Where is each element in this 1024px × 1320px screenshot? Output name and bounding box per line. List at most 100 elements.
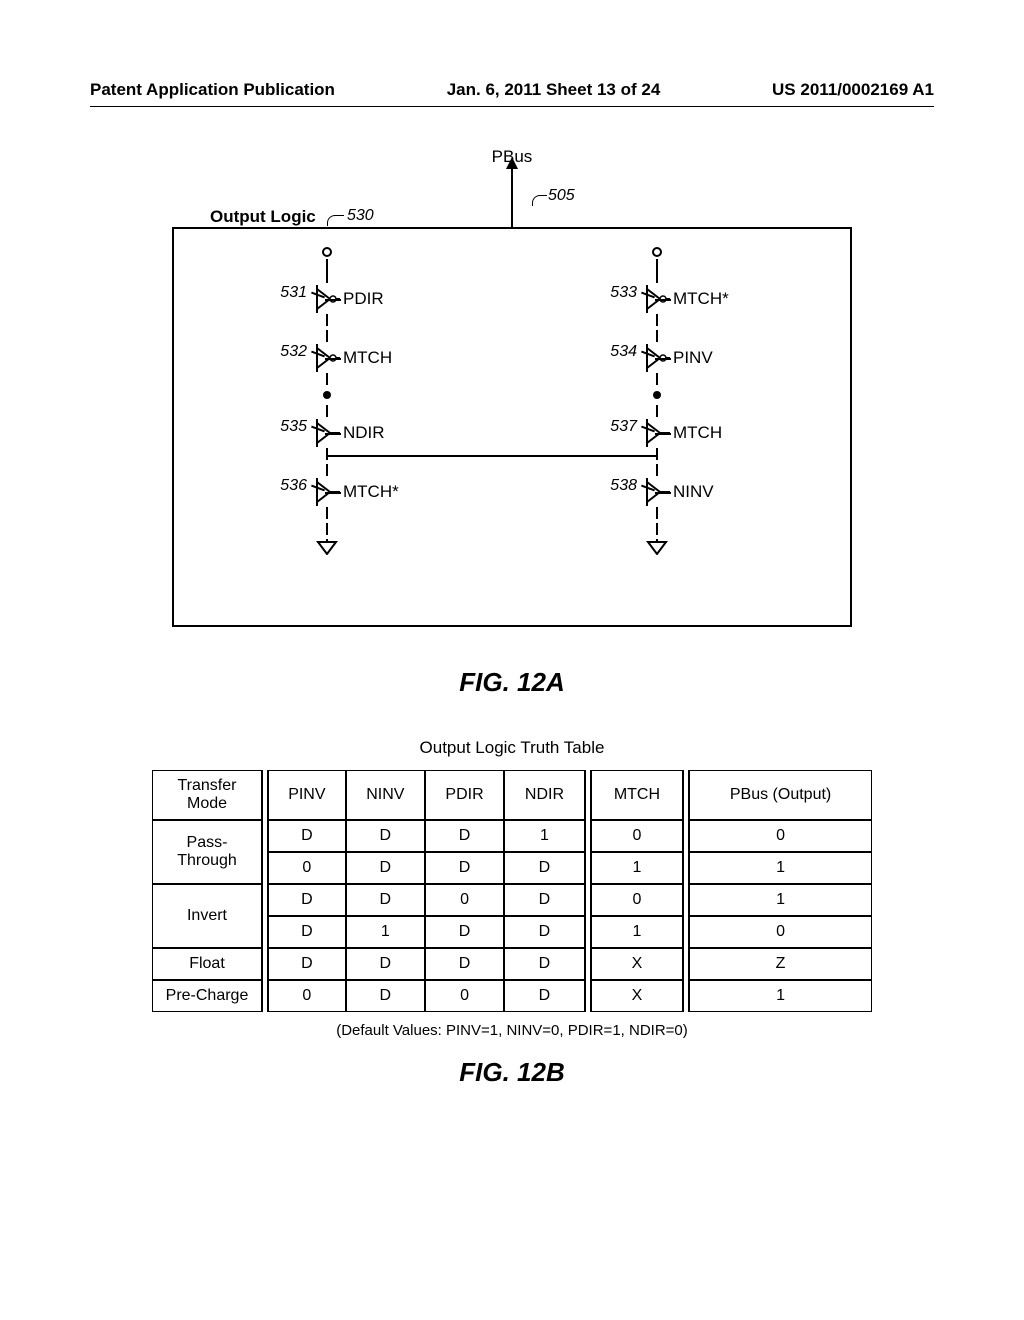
wire (326, 259, 328, 271)
value-cell: D (346, 948, 425, 980)
ref-label: 532 (280, 343, 307, 361)
signal-label: PINV (673, 348, 713, 368)
transistor-532: 532 MTCH (242, 330, 412, 385)
ref-label: 535 (280, 418, 307, 436)
page-header: Patent Application Publication Jan. 6, 2… (90, 80, 934, 107)
defaults-note: (Default Values: PINV=1, NINV=0, PDIR=1,… (90, 1022, 934, 1039)
value-cell: 1 (346, 916, 425, 948)
wire (656, 259, 658, 271)
table-row: Pass-ThroughDDD100 (152, 820, 872, 852)
node-dot-icon (653, 391, 661, 399)
value-cell: 0 (268, 852, 346, 884)
wire (656, 523, 658, 535)
value-cell: D (346, 884, 425, 916)
left-transistor-stack: 531 PDIR 532 MTCH 535 NDIR 536 MTCH* (242, 247, 412, 555)
ref-label: 531 (280, 284, 307, 302)
table-header-row: Transfer Mode PINV NINV PDIR NDIR MTCH P… (152, 770, 872, 820)
mode-cell: Invert (152, 884, 262, 948)
signal-label: PDIR (343, 289, 384, 309)
value-cell: 1 (689, 884, 872, 916)
value-cell: D (504, 916, 585, 948)
circuit-diagram: PBus 505 Output Logic 530 531 PDIR 532 M… (152, 167, 872, 647)
value-cell: 0 (268, 980, 346, 1012)
ref-label: 538 (610, 477, 637, 495)
wire (326, 523, 328, 535)
value-cell: 1 (591, 916, 683, 948)
value-cell: D (268, 884, 346, 916)
value-cell: D (504, 884, 585, 916)
value-cell: D (346, 820, 425, 852)
header-left: Patent Application Publication (90, 80, 335, 100)
ref-505: 505 (548, 187, 575, 205)
col-header: PDIR (425, 770, 504, 820)
value-cell: D (425, 916, 504, 948)
ref-label: 533 (610, 284, 637, 302)
value-cell: X (591, 948, 683, 980)
col-header: PINV (268, 770, 346, 820)
mode-cell: Float (152, 948, 262, 980)
value-cell: D (425, 948, 504, 980)
figure-caption-a: FIG. 12A (90, 667, 934, 698)
value-cell: X (591, 980, 683, 1012)
value-cell: 1 (504, 820, 585, 852)
pbus-wire (511, 167, 513, 227)
value-cell: 1 (591, 852, 683, 884)
transistor-536: 536 MTCH* (242, 464, 412, 519)
value-cell: 1 (689, 852, 872, 884)
ref-530: 530 (347, 207, 374, 225)
value-cell: D (268, 948, 346, 980)
block-title: Output Logic (210, 207, 316, 227)
value-cell: D (425, 852, 504, 884)
col-header: PBus (Output) (689, 770, 872, 820)
gnd-icon (316, 539, 338, 555)
transistor-533: 533 MTCH* (572, 271, 742, 326)
table-row: InvertDD0D01 (152, 884, 872, 916)
value-cell: D (268, 916, 346, 948)
truth-table: Transfer Mode PINV NINV PDIR NDIR MTCH P… (152, 770, 872, 1012)
value-cell: D (504, 948, 585, 980)
figure-caption-b: FIG. 12B (90, 1057, 934, 1088)
header-center: Jan. 6, 2011 Sheet 13 of 24 (447, 80, 661, 100)
transistor-535: 535 NDIR (242, 405, 412, 460)
signal-label: MTCH (673, 423, 722, 443)
ref-label: 536 (280, 477, 307, 495)
value-cell: 0 (425, 980, 504, 1012)
mode-cell: Pass-Through (152, 820, 262, 884)
value-cell: 1 (689, 980, 872, 1012)
value-cell: 0 (689, 820, 872, 852)
value-cell: D (346, 980, 425, 1012)
transistor-531: 531 PDIR (242, 271, 412, 326)
col-header: Transfer Mode (152, 770, 262, 820)
signal-label: NINV (673, 482, 714, 502)
signal-label: NDIR (343, 423, 385, 443)
node-dot-icon (323, 391, 331, 399)
value-cell: 0 (689, 916, 872, 948)
transistor-534: 534 PINV (572, 330, 742, 385)
vdd-node-icon (652, 247, 662, 257)
col-header: NDIR (504, 770, 585, 820)
value-cell: D (346, 852, 425, 884)
ref-label: 534 (610, 343, 637, 361)
value-cell: D (504, 852, 585, 884)
value-cell: 0 (591, 884, 683, 916)
table-row: Pre-Charge0D0DX1 (152, 980, 872, 1012)
gnd-icon (646, 539, 668, 555)
value-cell: 0 (425, 884, 504, 916)
signal-label: MTCH* (673, 289, 729, 309)
col-header: MTCH (591, 770, 683, 820)
vdd-node-icon (322, 247, 332, 257)
signal-label: MTCH (343, 348, 392, 368)
table-title: Output Logic Truth Table (90, 738, 934, 758)
value-cell: D (268, 820, 346, 852)
value-cell: 0 (591, 820, 683, 852)
table-row: FloatDDDDXZ (152, 948, 872, 980)
right-transistor-stack: 533 MTCH* 534 PINV 537 MTCH 538 NINV (572, 247, 742, 555)
ref-label: 537 (610, 418, 637, 436)
mode-cell: Pre-Charge (152, 980, 262, 1012)
header-right: US 2011/0002169 A1 (772, 80, 934, 100)
value-cell: Z (689, 948, 872, 980)
value-cell: D (425, 820, 504, 852)
signal-label: MTCH* (343, 482, 399, 502)
col-header: NINV (346, 770, 425, 820)
value-cell: D (504, 980, 585, 1012)
